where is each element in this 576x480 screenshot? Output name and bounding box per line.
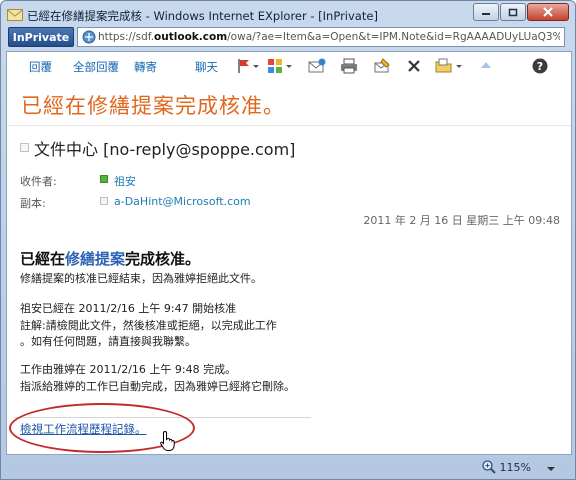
page-icon — [82, 30, 96, 47]
window-controls — [473, 3, 569, 21]
flag-dropdown-arrow[interactable] — [253, 65, 259, 68]
message-date: 2011 年 2 月 16 日 星期三 上午 09:48 — [363, 214, 560, 227]
reply-button[interactable]: 回覆 — [29, 59, 52, 75]
message-subject: 已經在修繕提案完成核准。 — [21, 94, 285, 118]
move-dropdown-arrow[interactable] — [456, 65, 462, 68]
help-icon[interactable]: ? — [531, 57, 549, 75]
body-line: 工作由雅婷在 2011/2/16 上午 9:48 完成。 — [20, 363, 237, 376]
zoom-icon — [481, 460, 496, 474]
flag-icon[interactable] — [235, 57, 253, 75]
body-line: 指派給雅婷的工作已自動完成，因為雅婷已經將它刪除。 — [20, 380, 295, 393]
hand-cursor-icon — [159, 430, 177, 454]
address-domain: outlook.com — [154, 31, 228, 43]
cc-presence-icon — [100, 197, 108, 205]
message-toolbar: 回覆 全部回覆 轉寄 聊天 ? — [7, 52, 571, 80]
close-icon — [543, 7, 553, 17]
document-link[interactable]: 修繕提案 — [65, 250, 125, 268]
status-bar: 115% — [1, 456, 576, 480]
cc-label: 副本: — [20, 197, 46, 210]
zoom-dropdown-arrow[interactable] — [547, 467, 555, 471]
body-line: 。如有任何問題，請直接與我聯繫。 — [20, 335, 196, 348]
categories-dropdown-arrow[interactable] — [286, 65, 292, 68]
cc-recipient[interactable]: a-DaHint@Microsoft.com — [114, 195, 251, 208]
minimize-button[interactable] — [473, 3, 499, 21]
maximize-button[interactable] — [500, 3, 526, 21]
address-rest: /owa/?ae=Item&a=Open&t=IPM.Note&id=RgAAA… — [227, 31, 560, 43]
move-to-folder-icon[interactable] — [435, 57, 453, 75]
address-bar[interactable]: https://sdf.outlook.com/owa/?ae=Item&a=O… — [77, 27, 565, 47]
window-title: 已經在修繕提案完成核 - Windows Internet EXplorer -… — [27, 9, 378, 23]
minimize-icon — [482, 13, 490, 15]
reply-all-button[interactable]: 全部回覆 — [73, 59, 119, 75]
address-text[interactable]: https://sdf.outlook.com/owa/?ae=Item&a=O… — [98, 31, 560, 43]
body-title: 已經在修繕提案完成核准。 — [20, 248, 200, 269]
sender[interactable]: 文件中心 [no-reply@spoppe.com] — [34, 136, 295, 160]
next-item-icon[interactable] — [477, 57, 495, 75]
zoom-level: 115% — [499, 460, 531, 474]
body-line: 註解:請檢閱此文件，然後核准或拒絕，以完成此工作 — [20, 319, 277, 332]
ie-page-icon — [7, 7, 23, 22]
body-title-prefix: 已經在 — [20, 250, 66, 268]
maximize-icon — [508, 8, 518, 16]
body-line: 修繕提案的核准已經結束，因為雅婷拒絕此文件。 — [20, 272, 262, 285]
message-pane: 回覆 全部回覆 轉寄 聊天 ? 已經在修繕提案完成核准。 文件中心 [no-re… — [6, 51, 572, 455]
chat-button[interactable]: 聊天 — [195, 59, 218, 75]
address-row: InPrivate https://sdf.outlook.com/owa/?a… — [5, 27, 571, 49]
to-label: 收件者: — [20, 175, 57, 188]
mark-unread-icon[interactable] — [308, 57, 326, 75]
sender-presence-icon — [20, 143, 29, 152]
inprivate-badge: InPrivate — [8, 27, 74, 47]
forward-button[interactable]: 轉寄 — [134, 59, 157, 75]
title-bar: 已經在修繕提案完成核 - Windows Internet EXplorer -… — [1, 1, 575, 27]
subject-divider — [7, 125, 571, 126]
zoom-control[interactable]: 115% — [481, 460, 531, 474]
browser-window: 已經在修繕提案完成核 - Windows Internet EXplorer -… — [0, 0, 576, 480]
body-line: 祖安已經在 2011/2/16 上午 9:47 開始核准 — [20, 302, 237, 315]
print-icon[interactable] — [340, 57, 358, 75]
address-prefix: https://sdf. — [98, 31, 155, 43]
junk-mail-icon[interactable] — [373, 57, 391, 75]
recipient-presence-icon — [100, 175, 108, 183]
svg-text:?: ? — [537, 60, 543, 73]
body-title-suffix: 完成核准。 — [125, 250, 201, 268]
categories-icon[interactable] — [266, 57, 284, 75]
close-button[interactable] — [527, 3, 569, 21]
to-recipient[interactable]: 祖安 — [114, 173, 136, 189]
delete-icon[interactable] — [405, 57, 423, 75]
